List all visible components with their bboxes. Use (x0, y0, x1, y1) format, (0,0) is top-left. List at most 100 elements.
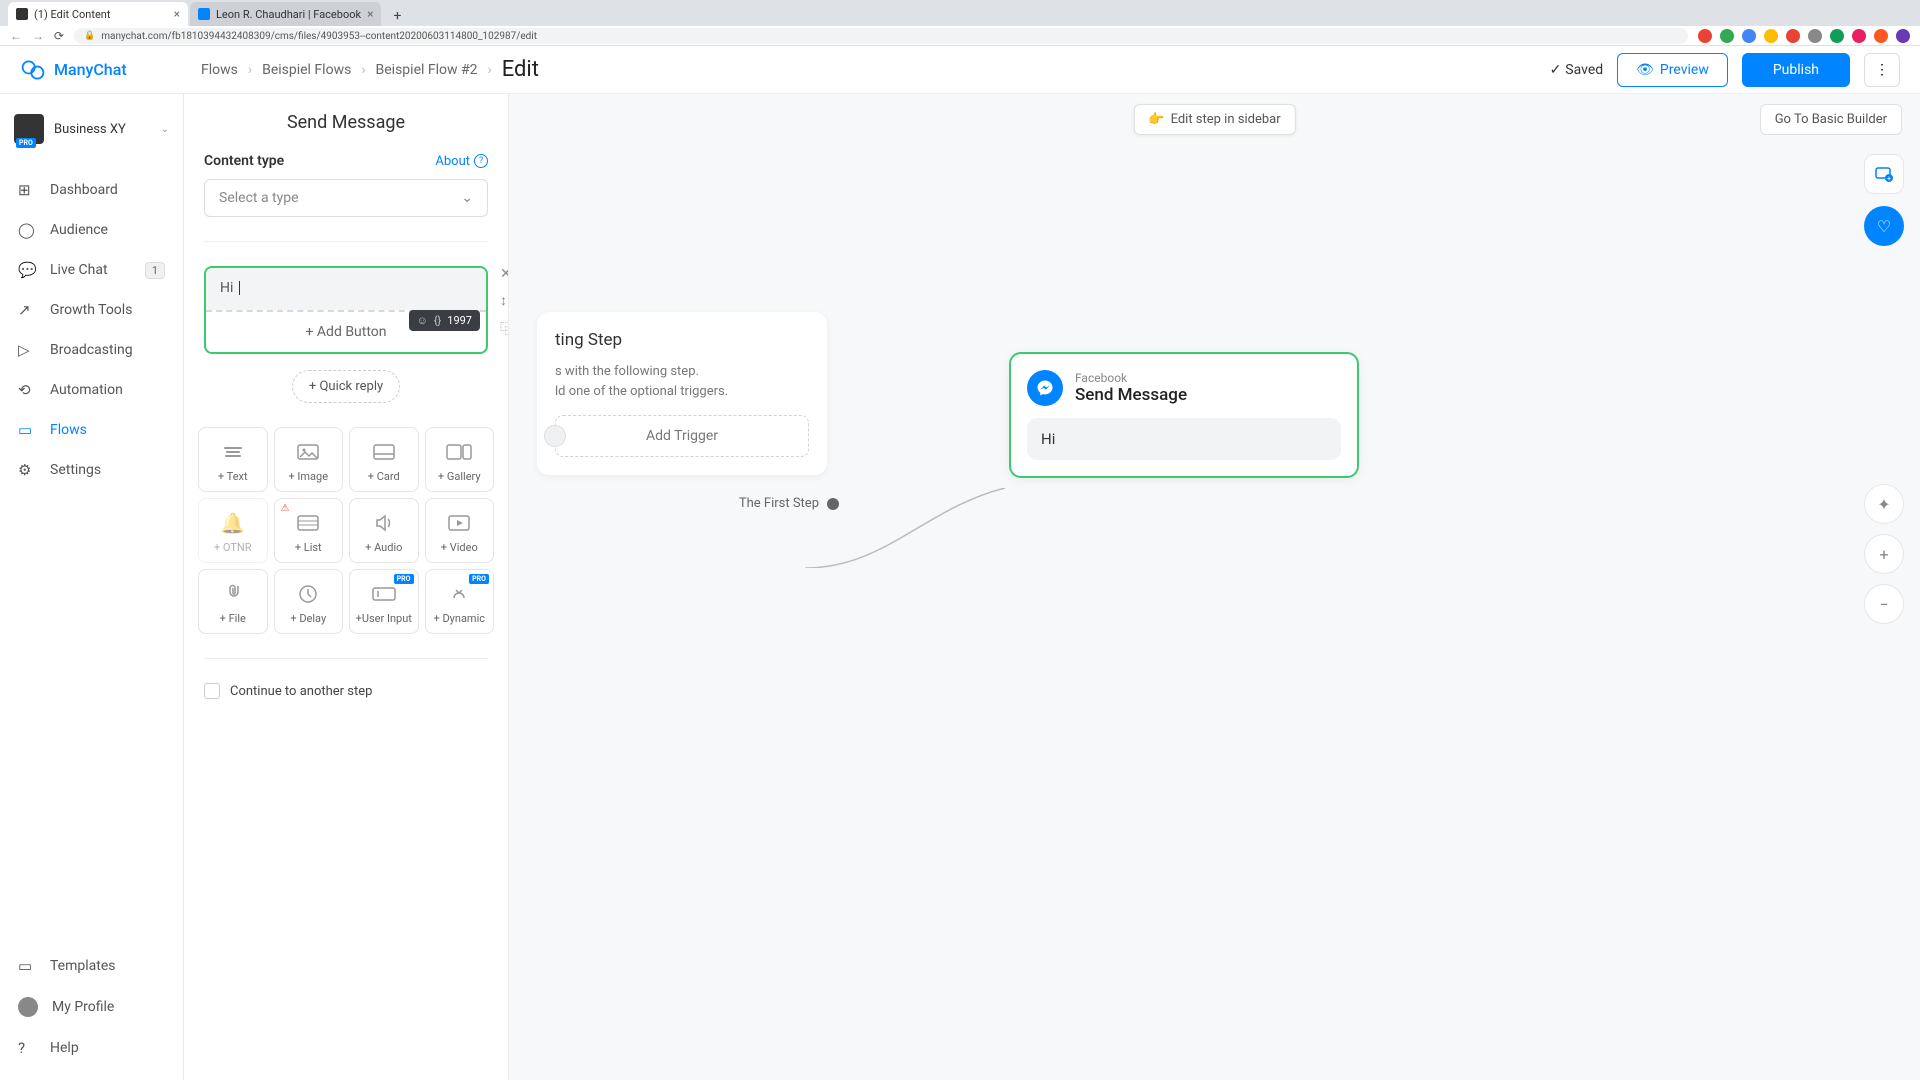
minus-icon: − (1879, 595, 1888, 614)
sidebar-item-audience[interactable]: ◯Audience (0, 210, 183, 250)
block-grid: + Text+ Image+ Card+ Gallery🔔+ OTNR⚠+ Li… (184, 427, 508, 634)
block-label: + Gallery (430, 470, 490, 483)
file-icon (203, 582, 263, 606)
zoom-out-button[interactable]: − (1864, 584, 1904, 624)
new-tab-button[interactable]: + (387, 6, 407, 26)
sidebar-item-dashboard[interactable]: ⊞Dashboard (0, 170, 183, 210)
char-counter-popup: ☺ {} 1997 (409, 310, 480, 331)
starting-step-node[interactable]: ting Step s with the following step. ld … (537, 312, 827, 475)
avatar-icon[interactable] (1896, 29, 1910, 43)
ext-icon[interactable] (1830, 29, 1844, 43)
reload-icon[interactable]: ⟳ (54, 29, 64, 43)
block-image[interactable]: + Image (274, 427, 344, 492)
nav-icon: 💬 (18, 261, 36, 279)
block-card[interactable]: + Card (349, 427, 419, 492)
block-label: +User Input (354, 612, 414, 625)
block-text[interactable]: + Text (198, 427, 268, 492)
block-dynamic[interactable]: PRO+ Dynamic (425, 569, 495, 634)
block-delay[interactable]: + Delay (274, 569, 344, 634)
move-icon[interactable]: ↕ (500, 292, 509, 309)
pro-badge: PRO (394, 574, 414, 584)
message-text-input[interactable]: Hi (206, 268, 486, 310)
back-icon[interactable]: ← (10, 29, 22, 43)
send-message-node[interactable]: Facebook Send Message Hi (1009, 352, 1359, 478)
saved-label: Saved (1565, 62, 1603, 78)
check-icon: ✓ (1550, 62, 1562, 78)
logo-text: ManyChat (54, 60, 127, 79)
sidebar-item-my-profile[interactable]: My Profile (0, 986, 183, 1028)
copy-icon[interactable]: ⿻ (500, 319, 509, 339)
ext-icon[interactable] (1720, 29, 1734, 43)
add-button-row[interactable]: + Add Button ☺ {} 1997 (206, 310, 486, 352)
close-icon[interactable]: × (367, 7, 373, 21)
ext-icon[interactable] (1742, 29, 1756, 43)
block-input[interactable]: PRO +User Input (349, 569, 419, 634)
emoji-icon[interactable]: ☺ (417, 314, 428, 327)
close-icon[interactable]: ✕ (500, 266, 509, 282)
block-file[interactable]: + File (198, 569, 268, 634)
add-button-label: + Add Button (306, 324, 387, 340)
block-gallery[interactable]: + Gallery (425, 427, 495, 492)
ext-icon[interactable] (1786, 29, 1800, 43)
block-side-tools: ✕ ↕ ⿻ (500, 266, 509, 339)
auto-layout-button[interactable]: ✦ (1864, 484, 1904, 524)
nav-label: Templates (50, 958, 116, 974)
block-video[interactable]: + Video (425, 498, 495, 563)
add-trigger-label: Add Trigger (646, 428, 718, 444)
edit-sidebar-hint[interactable]: 👉 Edit step in sidebar (1133, 104, 1295, 135)
ext-icon[interactable] (1874, 29, 1888, 43)
ext-icon[interactable] (1764, 29, 1778, 43)
zoom-in-button[interactable]: + (1864, 534, 1904, 574)
publish-button[interactable]: Publish (1742, 53, 1850, 87)
block-list[interactable]: ⚠+ List (274, 498, 344, 563)
workspace-switcher[interactable]: PRO Business XY ⌄ (0, 106, 183, 152)
checkbox[interactable] (204, 683, 220, 699)
ext-icon[interactable] (1698, 29, 1712, 43)
sidebar-item-automation[interactable]: ⟲Automation (0, 370, 183, 410)
flow-canvas[interactable]: 👉 Edit step in sidebar Go To Basic Build… (509, 94, 1920, 1080)
go-basic-button[interactable]: Go To Basic Builder (1760, 104, 1902, 135)
sidebar-item-templates[interactable]: ▭Templates (0, 946, 183, 986)
variable-icon[interactable]: {} (434, 314, 441, 327)
browser-tab-active[interactable]: (1) Edit Content × (8, 2, 188, 26)
close-icon[interactable]: × (174, 7, 180, 21)
add-step-button[interactable]: + (1864, 154, 1904, 194)
sidebar-item-broadcasting[interactable]: ▷Broadcasting (0, 330, 183, 370)
sidebar-item-flows[interactable]: ▭Flows (0, 410, 183, 450)
block-label: + Text (203, 470, 263, 483)
manychat-logo-icon (20, 57, 46, 83)
breadcrumb-item[interactable]: Flows (201, 62, 238, 78)
sidebar-item-growth-tools[interactable]: ↗Growth Tools (0, 290, 183, 330)
forward-icon[interactable]: → (32, 29, 44, 43)
preview-button[interactable]: 👁 Preview (1617, 53, 1728, 87)
first-step-label: The First Step (739, 496, 819, 511)
ext-icon[interactable] (1852, 29, 1866, 43)
nav-label: Flows (50, 422, 87, 438)
breadcrumb-item[interactable]: Beispiel Flow #2 (376, 62, 478, 78)
help-button[interactable]: ♡ (1864, 206, 1904, 246)
block-audio[interactable]: + Audio (349, 498, 419, 563)
canvas-tools: + ♡ (1864, 154, 1904, 246)
browser-tab[interactable]: Leon R. Chaudhari | Facebook × (190, 2, 381, 26)
first-step-port[interactable]: The First Step (739, 496, 839, 511)
about-link[interactable]: About ? (435, 154, 488, 169)
hint-text: Edit step in sidebar (1171, 112, 1281, 127)
add-trigger-button[interactable]: Add Trigger (555, 415, 809, 457)
trigger-port-icon[interactable] (544, 425, 566, 447)
divider (204, 241, 488, 242)
quick-reply-label: + Quick reply (309, 379, 383, 394)
url-field[interactable]: 🔒 manychat.com/fb181039443240830​9/cms/f… (74, 28, 1688, 44)
sidebar-item-live-chat[interactable]: 💬Live Chat1 (0, 250, 183, 290)
continue-row[interactable]: Continue to another step (184, 683, 508, 699)
help-icon: ? (474, 154, 488, 168)
sidebar-item-help[interactable]: ?Help (0, 1028, 183, 1068)
breadcrumb-item[interactable]: Beispiel Flows (262, 62, 351, 78)
sidebar-item-settings[interactable]: ⚙Settings (0, 450, 183, 490)
output-port-icon[interactable] (827, 498, 839, 510)
quick-reply-button[interactable]: + Quick reply (292, 370, 400, 403)
ext-icon[interactable] (1808, 29, 1822, 43)
logo[interactable]: ManyChat (20, 57, 185, 83)
content-type-select[interactable]: Select a type ⌄ (204, 179, 488, 217)
chevron-down-icon: ⌄ (461, 190, 473, 206)
more-button[interactable]: ⋮ (1864, 53, 1900, 87)
